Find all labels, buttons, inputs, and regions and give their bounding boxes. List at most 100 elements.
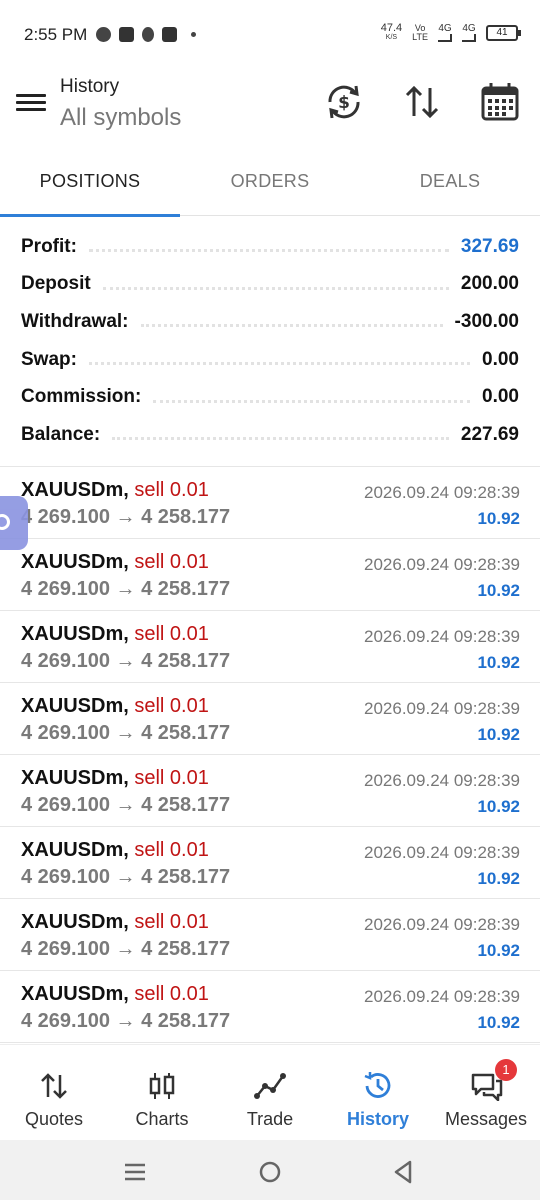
network-speed-value: 47.4 (380, 22, 403, 34)
history-tabs: POSITIONS ORDERS DEALS (0, 156, 540, 217)
position-profit: 10.92 (477, 869, 520, 888)
position-prices: 4 269.100 → 4 258.177 (21, 866, 231, 888)
summary-label: Commission: (21, 386, 142, 408)
dotted-leader (140, 324, 443, 328)
position-prices: 4 269.100 → 4 258.177 (21, 650, 231, 672)
position-prices: 4 269.100 → 4 258.177 (21, 578, 231, 600)
list-item[interactable]: XAUUSDm, sell 0.01 2026.09.24 09:28:39 4… (0, 683, 540, 755)
summary-row-profit: Profit: 327.69 (0, 228, 540, 266)
list-item[interactable]: XAUUSDm, sell 0.01 2026.09.24 09:28:39 4… (0, 539, 540, 611)
volte-bottom: LTE (412, 32, 428, 42)
position-side: sell 0.01 (134, 767, 209, 789)
position-time: 2026.09.24 09:28:39 (364, 987, 520, 1006)
svg-text:$: $ (338, 93, 350, 113)
back-icon[interactable] (390, 1158, 418, 1186)
position-prices: 4 269.100 → 4 258.177 (21, 1010, 231, 1032)
position-symbol: XAUUSDm, sell 0.01 (21, 695, 209, 718)
nav-label: Messages (444, 1109, 528, 1129)
nav-charts[interactable]: Charts (108, 1045, 216, 1141)
nav-label: History (346, 1109, 409, 1129)
signal-2-icon: 4G (462, 24, 476, 42)
list-item[interactable]: XAUUSDm, sell 0.01 2026.09.24 09:28:39 4… (0, 755, 540, 827)
position-side: sell 0.01 (134, 551, 209, 573)
symbol-name: XAUUSDm, (21, 695, 129, 717)
app-bar: History All symbols $ (0, 70, 540, 150)
position-symbol: XAUUSDm, sell 0.01 (21, 839, 209, 862)
position-prices: 4 269.100 → 4 258.177 (21, 794, 231, 816)
summary-value: 0.00 (482, 348, 519, 370)
status-time: 2:55 PM (24, 25, 88, 44)
summary-value: 200.00 (460, 273, 519, 295)
signal-1-icon: 4G (438, 24, 452, 42)
position-prices: 4 269.100 → 4 258.177 (21, 722, 231, 744)
gallery-notification-icon (119, 27, 134, 42)
calendar-icon[interactable] (478, 80, 522, 124)
network-speed-unit: K/S (385, 34, 398, 41)
position-profit: 10.92 (477, 941, 520, 960)
volte-icon: Vo LTE (412, 24, 428, 42)
currency-sync-icon[interactable]: $ (322, 80, 366, 124)
tab-positions[interactable]: POSITIONS (0, 171, 180, 192)
tab-deals[interactable]: DEALS (360, 171, 540, 192)
position-symbol: XAUUSDm, sell 0.01 (21, 911, 209, 934)
nav-messages[interactable]: 1 Messages (432, 1045, 540, 1141)
list-item[interactable]: XAUUSDm, sell 0.01 2026.09.24 09:28:39 4… (0, 899, 540, 971)
position-time: 2026.09.24 09:28:39 (364, 843, 520, 862)
symbol-filter[interactable]: All symbols (60, 104, 181, 132)
position-symbol: XAUUSDm, sell 0.01 (21, 479, 209, 502)
summary-value: 227.69 (460, 423, 519, 445)
bottom-navigation: Quotes Charts Trade History 1 Messages (0, 1044, 540, 1140)
summary-row-deposit: Deposit 200.00 (0, 266, 540, 304)
position-time: 2026.09.24 09:28:39 (364, 699, 520, 718)
nav-label: Trade (246, 1109, 294, 1129)
position-symbol: XAUUSDm, sell 0.01 (21, 623, 209, 646)
home-icon[interactable] (256, 1158, 284, 1186)
summary-row-balance: Balance: 227.69 (0, 416, 540, 454)
recent-apps-icon[interactable] (121, 1158, 149, 1186)
position-side: sell 0.01 (134, 695, 209, 717)
tab-orders[interactable]: ORDERS (180, 171, 360, 192)
dotted-leader (88, 362, 471, 366)
nav-label: Quotes (24, 1109, 84, 1129)
position-side: sell 0.01 (134, 623, 209, 645)
nav-quotes[interactable]: Quotes (0, 1045, 108, 1141)
floating-side-handle[interactable] (0, 496, 28, 550)
list-item[interactable]: XAUUSDm, sell 0.01 2026.09.24 09:28:39 4… (0, 971, 540, 1043)
position-time: 2026.09.24 09:28:39 (364, 771, 520, 790)
position-time: 2026.09.24 09:28:39 (364, 627, 520, 646)
nav-trade[interactable]: Trade (216, 1045, 324, 1141)
dotted-leader (88, 249, 449, 253)
position-symbol: XAUUSDm, sell 0.01 (21, 767, 209, 790)
screenshot-icon (162, 27, 177, 42)
symbol-name: XAUUSDm, (21, 767, 129, 789)
page-title: History (60, 76, 120, 97)
notification-icons (96, 27, 196, 42)
position-symbol: XAUUSDm, sell 0.01 (21, 551, 209, 574)
nav-history[interactable]: History (324, 1045, 432, 1141)
summary-label: Deposit (21, 273, 91, 295)
list-item[interactable]: XAUUSDm, sell 0.01 2026.09.24 09:28:39 4… (0, 467, 540, 539)
status-bar: 2:55 PM 47.4 K/S Vo LTE 4G 4G 41 (0, 0, 540, 70)
battery-icon: 41 (486, 25, 521, 41)
dotted-leader (153, 399, 471, 403)
symbol-name: XAUUSDm, (21, 551, 129, 573)
position-profit: 10.92 (477, 581, 520, 600)
summary-value: -300.00 (454, 310, 519, 332)
menu-icon[interactable] (14, 90, 48, 118)
position-side: sell 0.01 (134, 839, 209, 861)
list-item[interactable]: XAUUSDm, sell 0.01 2026.09.24 09:28:39 4… (0, 611, 540, 683)
active-tab-indicator (0, 214, 180, 217)
position-time: 2026.09.24 09:28:39 (364, 555, 520, 574)
position-profit: 10.92 (477, 797, 520, 816)
dotted-leader (102, 286, 449, 290)
system-indicators: 47.4 K/S Vo LTE 4G 4G 41 (380, 22, 521, 42)
network-speed: 47.4 K/S (380, 22, 403, 42)
position-profit: 10.92 (477, 725, 520, 744)
handle-icon (0, 514, 10, 530)
unread-badge: 1 (495, 1059, 517, 1081)
sort-icon[interactable] (400, 80, 444, 124)
position-profit: 10.92 (477, 1013, 520, 1032)
list-item[interactable]: XAUUSDm, sell 0.01 2026.09.24 09:28:39 4… (0, 827, 540, 899)
signal-2-label: 4G (462, 23, 476, 34)
position-symbol: XAUUSDm, sell 0.01 (21, 983, 209, 1006)
